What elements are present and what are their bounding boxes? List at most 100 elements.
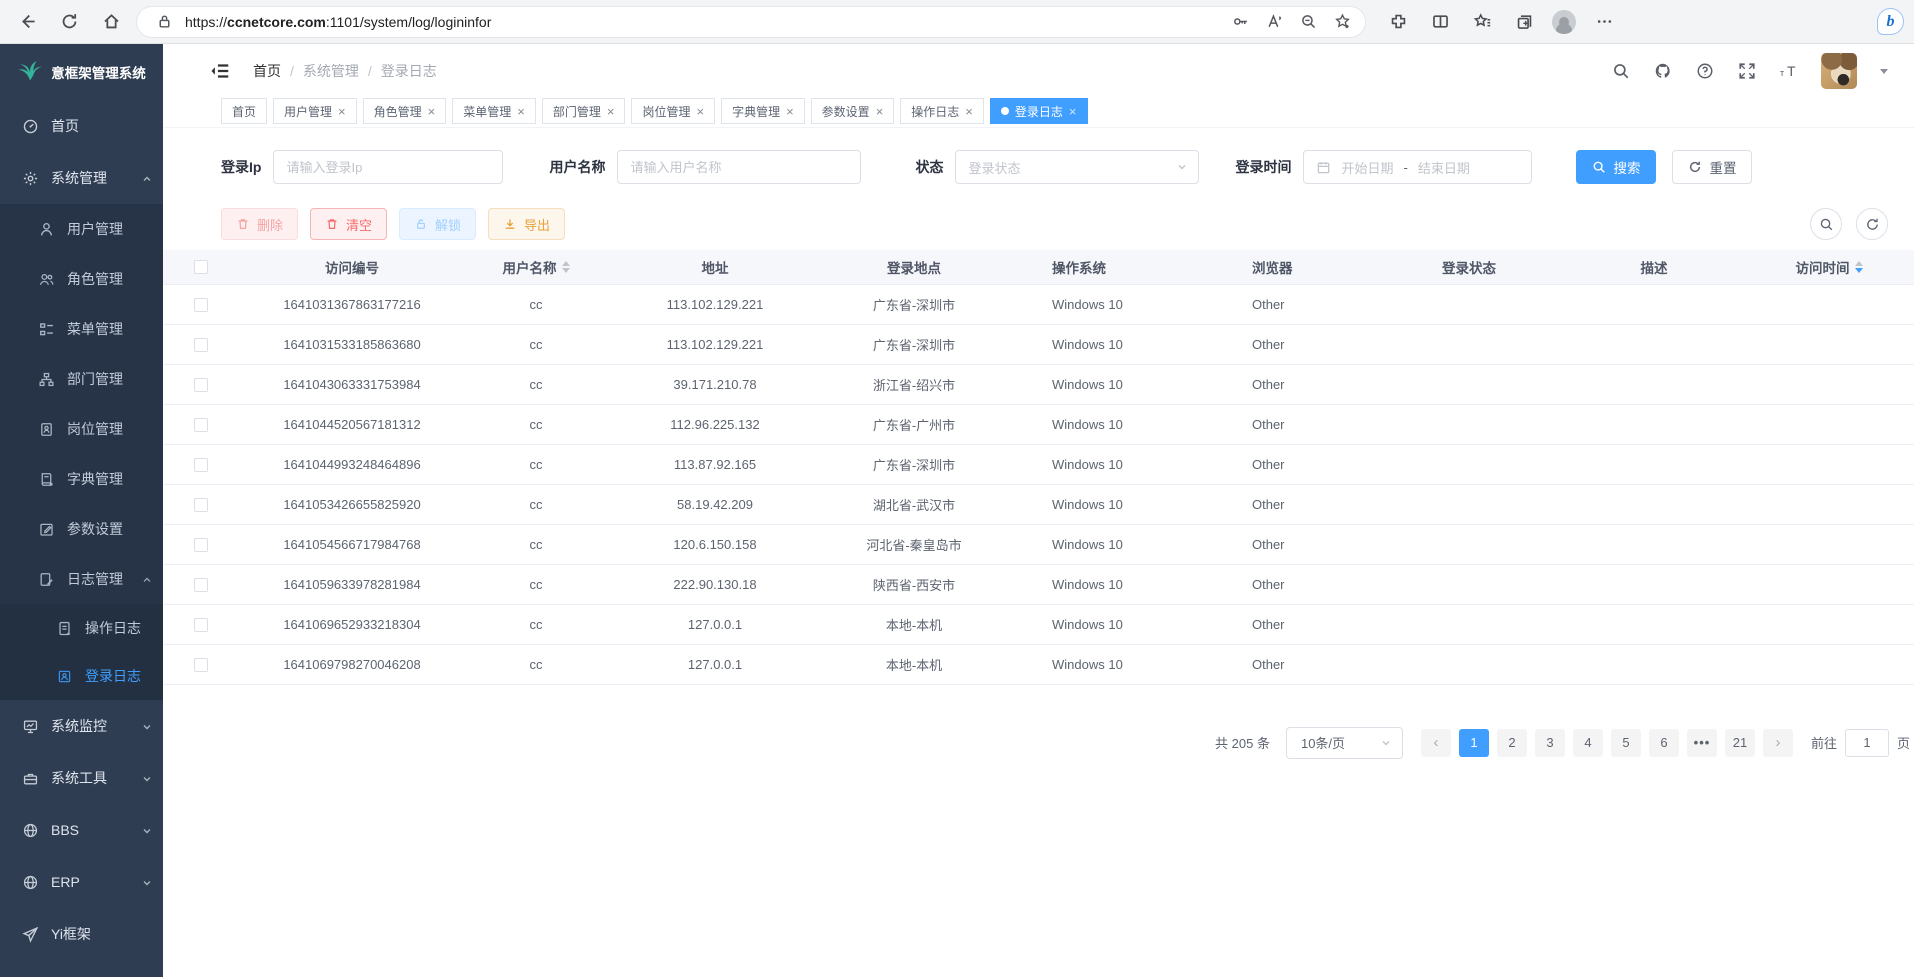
sidebar-item-dict-mgmt[interactable]: 字典管理: [0, 454, 163, 504]
row-checkbox[interactable]: [194, 298, 208, 312]
sidebar-item-system-mgmt[interactable]: 系统管理: [0, 152, 163, 204]
sidebar-item-operation-log[interactable]: 操作日志: [0, 604, 163, 652]
login-ip-input[interactable]: [273, 150, 503, 184]
breadcrumb-item[interactable]: 首页: [253, 61, 281, 81]
favorite-add-icon[interactable]: [1329, 9, 1355, 35]
date-range-picker[interactable]: 开始日期 - 结束日期: [1303, 150, 1532, 184]
page-button-6[interactable]: 6: [1649, 729, 1679, 757]
page-button-2[interactable]: 2: [1497, 729, 1527, 757]
search-icon[interactable]: [1611, 62, 1630, 81]
read-aloud-icon[interactable]: [1261, 9, 1287, 35]
sidebar-item-home[interactable]: 首页: [0, 100, 163, 152]
page-button-3[interactable]: 3: [1535, 729, 1565, 757]
lock-icon[interactable]: [151, 9, 177, 35]
page-ellipsis[interactable]: •••: [1687, 729, 1717, 757]
collapse-sidebar-icon[interactable]: [209, 60, 231, 82]
row-checkbox[interactable]: [194, 498, 208, 512]
close-icon[interactable]: ×: [607, 105, 615, 118]
tab-登录日志[interactable]: 登录日志×: [990, 98, 1088, 124]
close-icon[interactable]: ×: [876, 105, 884, 118]
delete-button[interactable]: 删除: [221, 208, 298, 240]
tab-用户管理[interactable]: 用户管理×: [273, 98, 357, 124]
zoom-out-icon[interactable]: [1295, 9, 1321, 35]
select-all-checkbox[interactable]: [194, 260, 208, 274]
url-bar[interactable]: https://ccnetcore.com:1101/system/log/lo…: [136, 6, 1366, 38]
sort-icon[interactable]: [562, 257, 570, 277]
close-icon[interactable]: ×: [338, 105, 346, 118]
close-icon[interactable]: ×: [1069, 105, 1077, 118]
user-name-input[interactable]: [617, 150, 861, 184]
status-select[interactable]: 登录状态: [955, 150, 1199, 184]
favorites-bar-icon[interactable]: [1468, 8, 1496, 36]
font-size-icon[interactable]: тT: [1779, 62, 1798, 81]
tab-首页[interactable]: 首页: [221, 98, 267, 124]
extensions-icon[interactable]: [1384, 8, 1412, 36]
collections-icon[interactable]: [1510, 8, 1538, 36]
fullscreen-icon[interactable]: [1737, 62, 1756, 81]
sidebar-item-param-settings[interactable]: 参数设置: [0, 504, 163, 554]
column-header-用户名称[interactable]: 用户名称: [466, 250, 606, 284]
profile-icon[interactable]: [1552, 10, 1576, 34]
back-icon[interactable]: [10, 5, 44, 39]
clear-button[interactable]: 清空: [310, 208, 387, 240]
next-page-button[interactable]: ›: [1763, 729, 1793, 757]
tab-角色管理[interactable]: 角色管理×: [363, 98, 447, 124]
row-checkbox[interactable]: [194, 418, 208, 432]
split-screen-icon[interactable]: [1426, 8, 1454, 36]
close-icon[interactable]: ×: [517, 105, 525, 118]
user-avatar[interactable]: [1821, 53, 1857, 89]
close-icon[interactable]: ×: [696, 105, 704, 118]
tab-部门管理[interactable]: 部门管理×: [542, 98, 626, 124]
close-icon[interactable]: ×: [428, 105, 436, 118]
close-icon[interactable]: ×: [965, 105, 973, 118]
export-button[interactable]: 导出: [488, 208, 565, 240]
tab-参数设置[interactable]: 参数设置×: [811, 98, 895, 124]
unlock-button[interactable]: 解锁: [399, 208, 476, 240]
copilot-icon[interactable]: b: [1877, 8, 1904, 35]
more-icon[interactable]: [1590, 8, 1618, 36]
search-circle-button[interactable]: [1810, 208, 1842, 240]
column-header-访问时间[interactable]: 访问时间: [1744, 250, 1914, 284]
refresh-icon[interactable]: [52, 5, 86, 39]
row-checkbox[interactable]: [194, 338, 208, 352]
sort-icon[interactable]: [1855, 257, 1863, 277]
prev-page-button[interactable]: ‹: [1421, 729, 1451, 757]
tab-操作日志[interactable]: 操作日志×: [900, 98, 984, 124]
sidebar-item-bbs[interactable]: BBS: [0, 804, 163, 856]
row-checkbox[interactable]: [194, 578, 208, 592]
sidebar-item-dept-mgmt[interactable]: 部门管理: [0, 354, 163, 404]
page-size-select[interactable]: 10条/页: [1286, 727, 1403, 759]
sidebar-item-login-log[interactable]: 登录日志: [0, 652, 163, 700]
sidebar-item-yi-framework[interactable]: Yi框架: [0, 908, 163, 960]
row-checkbox[interactable]: [194, 458, 208, 472]
sidebar-item-system-tools[interactable]: 系统工具: [0, 752, 163, 804]
row-checkbox[interactable]: [194, 378, 208, 392]
refresh-circle-button[interactable]: [1856, 208, 1888, 240]
sidebar-item-user-mgmt[interactable]: 用户管理: [0, 204, 163, 254]
sidebar-item-menu-mgmt[interactable]: 菜单管理: [0, 304, 163, 354]
page-button-1[interactable]: 1: [1459, 729, 1489, 757]
sidebar-item-role-mgmt[interactable]: 角色管理: [0, 254, 163, 304]
sidebar-item-post-mgmt[interactable]: 岗位管理: [0, 404, 163, 454]
url-text[interactable]: https://ccnetcore.com:1101/system/log/lo…: [185, 14, 1219, 30]
tab-菜单管理[interactable]: 菜单管理×: [452, 98, 536, 124]
tab-字典管理[interactable]: 字典管理×: [721, 98, 805, 124]
row-checkbox[interactable]: [194, 618, 208, 632]
sidebar-item-erp[interactable]: ERP: [0, 856, 163, 908]
goto-page-input[interactable]: [1845, 729, 1889, 757]
search-button[interactable]: 搜索: [1576, 150, 1656, 184]
password-key-icon[interactable]: [1227, 9, 1253, 35]
tab-岗位管理[interactable]: 岗位管理×: [631, 98, 715, 124]
sidebar-item-system-monitor[interactable]: 系统监控: [0, 700, 163, 752]
sidebar-item-log-mgmt[interactable]: 日志管理: [0, 554, 163, 604]
page-button-4[interactable]: 4: [1573, 729, 1603, 757]
caret-down-icon[interactable]: [1880, 69, 1888, 78]
home-icon[interactable]: [94, 5, 128, 39]
help-icon[interactable]: [1695, 62, 1714, 81]
github-icon[interactable]: [1653, 62, 1672, 81]
close-icon[interactable]: ×: [786, 105, 794, 118]
page-button-21[interactable]: 21: [1725, 729, 1755, 757]
reset-button[interactable]: 重置: [1672, 150, 1752, 184]
row-checkbox[interactable]: [194, 658, 208, 672]
row-checkbox[interactable]: [194, 538, 208, 552]
